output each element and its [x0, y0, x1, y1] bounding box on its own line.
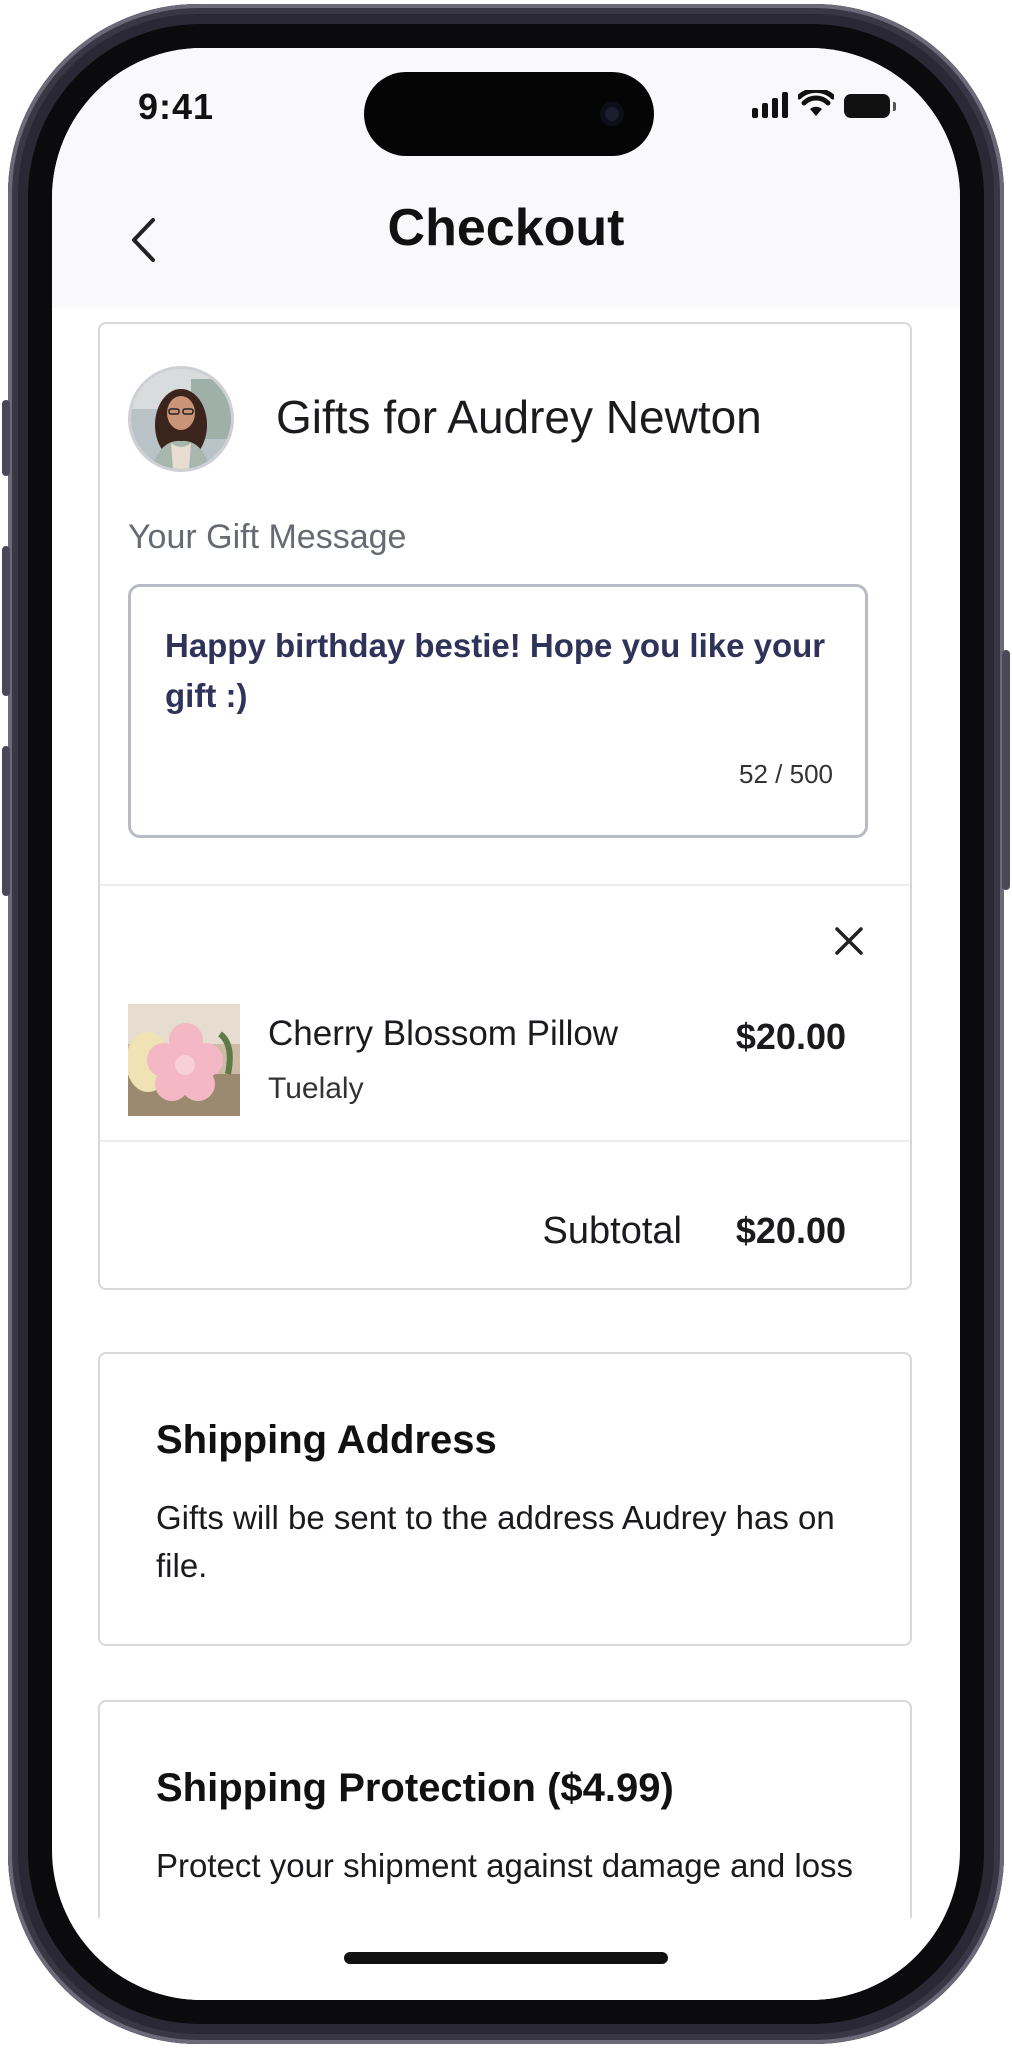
wifi-icon: [798, 90, 834, 116]
product-image[interactable]: [128, 1004, 240, 1116]
shipping-address-description: Gifts will be sent to the address Audrey…: [156, 1499, 835, 1584]
cellular-signal-icon: [752, 90, 788, 118]
dynamic-island: [364, 72, 654, 156]
character-count: 52 / 500: [739, 759, 833, 789]
gift-card: Gifts for Audrey Newton Your Gift Messag…: [98, 322, 912, 1290]
shipping-protection-title: Shipping Protection ($4.99): [156, 1766, 674, 1810]
page-title: Checkout: [387, 199, 625, 257]
gift-message-label: Your Gift Message: [128, 518, 407, 556]
remove-item-button[interactable]: [828, 920, 870, 962]
subtotal-value: $20.00: [735, 1210, 846, 1251]
product-name[interactable]: Cherry Blossom Pillow: [268, 1014, 618, 1054]
gift-message-input[interactable]: Happy birthday bestie! Hope you like you…: [128, 584, 868, 838]
volume-up-button: [2, 546, 10, 696]
status-time: 9:41: [138, 86, 215, 127]
power-button: [1002, 650, 1010, 890]
battery-icon: [844, 94, 896, 118]
shipping-protection-description: Protect your shipment against damage and…: [156, 1847, 854, 1884]
gift-recipient-heading: Gifts for Audrey Newton: [276, 391, 762, 443]
front-camera-icon: [600, 102, 624, 126]
phone-mockup: 9:41 Checkout Gifts for Audrey Newton Yo…: [0, 0, 1012, 2048]
screen: 9:41 Checkout Gifts for Audrey Newton Yo…: [52, 48, 960, 2000]
product-price: $20.00: [735, 1016, 846, 1057]
volume-down-button: [2, 746, 10, 896]
home-indicator[interactable]: [344, 1952, 668, 1964]
action-button: [2, 400, 10, 476]
gift-message-text: Happy birthday bestie! Hope you like you…: [165, 627, 826, 714]
product-brand: Tuelaly: [268, 1072, 364, 1105]
divider: [100, 1140, 910, 1142]
status-icons: [752, 90, 896, 118]
shipping-address-title: Shipping Address: [156, 1418, 497, 1462]
avatar: [128, 366, 234, 472]
shipping-address-card[interactable]: Shipping Address Gifts will be sent to t…: [98, 1352, 912, 1646]
subtotal-label: Subtotal: [542, 1210, 682, 1252]
divider: [100, 884, 910, 886]
close-icon: [835, 927, 863, 955]
